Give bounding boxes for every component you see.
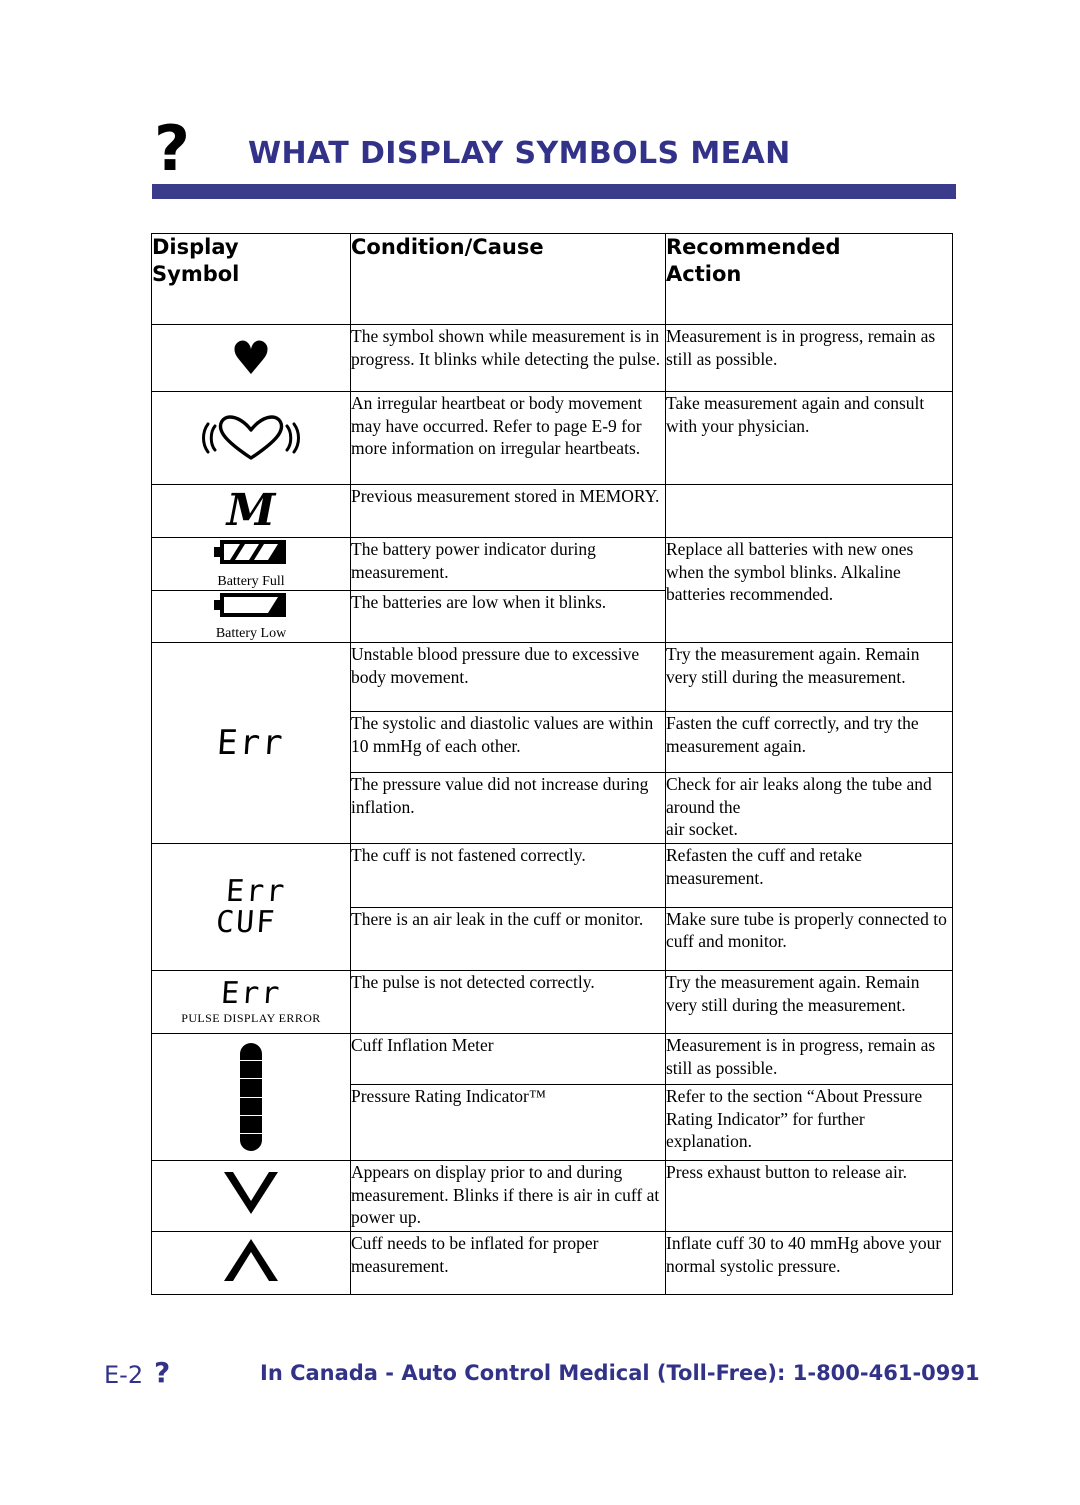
table-row: ♥ The symbol shown while measurement is … (151, 324, 953, 392)
battery-low-icon (212, 591, 290, 625)
table-header-row: Display Symbol Condition/Cause Recommend… (151, 233, 953, 325)
memory-m-icon: M (226, 485, 276, 536)
display-symbols-table: Display Symbol Condition/Cause Recommend… (151, 233, 953, 1295)
condition-cell: Appears on display prior to and during m… (350, 1160, 666, 1232)
action-cell (665, 484, 953, 538)
battery-full-caption: Battery Full (217, 573, 285, 589)
page-number: E-2 (104, 1361, 144, 1389)
column-header-line2: Symbol (152, 262, 240, 286)
err-cuf-lcd-icon: Err CUF (214, 874, 288, 940)
action-cell: Measurement is in progress, remain as st… (665, 1032, 953, 1086)
column-header-line1: Recommended (666, 235, 841, 259)
action-cell: Try the measurement again. Remain very s… (665, 970, 953, 1034)
pulse-display-error-caption: PULSE DISPLAY ERROR (181, 1011, 321, 1025)
chevron-down-icon (220, 1170, 282, 1222)
condition-cell: Previous measurement stored in MEMORY. (350, 484, 666, 538)
condition-cell: The cuff is not fastened correctly. (350, 843, 666, 908)
condition-cell: An irregular heartbeat or body movement … (350, 391, 666, 485)
action-cell: Replace all batteries with new ones when… (665, 537, 953, 643)
table-row: M Previous measurement stored in MEMORY. (151, 484, 953, 538)
column-header-line1: Display (152, 235, 239, 259)
table-row: An irregular heartbeat or body movement … (151, 391, 953, 485)
condition-cell: The pulse is not detected correctly. (350, 970, 666, 1034)
action-cell: Inflate cuff 30 to 40 mmHg above your no… (665, 1231, 953, 1295)
table-row: Cuff needs to be inflated for proper mea… (151, 1231, 953, 1295)
symbol-cell: Battery Full (151, 537, 351, 591)
action-cell: Make sure tube is properly connected to … (665, 906, 953, 971)
condition-cell: Cuff needs to be inflated for proper mea… (350, 1231, 666, 1295)
action-cell: Measurement is in progress, remain as st… (665, 324, 953, 392)
symbol-cell: Err PULSE DISPLAY ERROR (151, 970, 351, 1034)
table-row: Appears on display prior to and during m… (151, 1160, 953, 1232)
table-row: Err Unstable blood pressure due to exces… (151, 642, 953, 844)
action-cell: Take measurement again and consult with … (665, 391, 953, 485)
action-cell: Check for air leaks along the tube and a… (665, 772, 953, 844)
battery-full-icon (212, 538, 290, 572)
column-header-condition-cause: Condition/Cause (350, 233, 666, 325)
err-pulse-lcd-icon: Err (219, 976, 283, 1011)
cuff-inflation-meter-icon (240, 1043, 262, 1151)
symbol-cell (151, 1231, 351, 1295)
action-cell: Refer to the section “About Pressure Rat… (665, 1084, 953, 1161)
table-body: ♥ The symbol shown while measurement is … (151, 324, 953, 1295)
irregular-heartbeat-icon (199, 412, 303, 464)
symbol-cell: Err (151, 642, 351, 844)
condition-cell: Unstable blood pressure due to excessive… (350, 642, 666, 712)
header-rule (152, 184, 956, 199)
table-row: Err PULSE DISPLAY ERROR The pulse is not… (151, 970, 953, 1034)
condition-cell: The systolic and diastolic values are wi… (350, 711, 666, 773)
symbol-cell: Err CUF (151, 843, 351, 971)
condition-cell: The symbol shown while measurement is in… (350, 324, 666, 392)
symbol-cell: ♥ (151, 324, 351, 392)
footer-contact-text: In Canada - Auto Control Medical (Toll-F… (260, 1361, 980, 1385)
page-header: ? WHAT DISPLAY SYMBOLS MEAN (150, 118, 956, 208)
err-lcd-icon: Err (215, 723, 287, 763)
condition-cell: Cuff Inflation Meter (350, 1032, 666, 1086)
action-cell: Try the measurement again. Remain very s… (665, 642, 953, 712)
action-cell: Fasten the cuff correctly, and try the m… (665, 711, 953, 773)
battery-low-caption: Battery Low (215, 626, 287, 641)
column-header-line2: Action (666, 262, 742, 286)
table-row: Err CUF The cuff is not fastened correct… (151, 843, 953, 971)
solid-heart-icon: ♥ (230, 331, 272, 385)
condition-cell: The batteries are low when it blinks. (350, 589, 666, 643)
action-cell: Press exhaust button to release air. (665, 1160, 953, 1232)
condition-cell: There is an air leak in the cuff or moni… (350, 906, 666, 971)
table-row: Cuff Inflation Meter Measurement is in p… (151, 1032, 953, 1161)
question-mark-icon: ? (154, 1356, 171, 1389)
table-row: Battery Full The battery power indicator… (151, 537, 953, 643)
column-header-display-symbol: Display Symbol (151, 233, 351, 325)
symbol-cell (151, 1033, 351, 1161)
symbol-cell: M (151, 484, 351, 538)
column-header-line1: Condition/Cause (351, 235, 544, 259)
condition-cell: Pressure Rating Indicator™ (350, 1084, 666, 1161)
action-cell: Refasten the cuff and retake measurement… (665, 843, 953, 908)
column-header-recommended-action: Recommended Action (665, 233, 953, 325)
symbol-cell (151, 1160, 351, 1232)
symbol-cell (151, 391, 351, 485)
condition-cell: The pressure value did not increase duri… (350, 772, 666, 844)
question-mark-icon: ? (154, 112, 190, 185)
page-title: WHAT DISPLAY SYMBOLS MEAN (248, 136, 791, 171)
page-footer: E-2 ? In Canada - Auto Control Medical (… (104, 1355, 980, 1405)
table-header: Display Symbol Condition/Cause Recommend… (151, 233, 953, 325)
condition-cell: The battery power indicator during measu… (350, 537, 666, 591)
symbol-cell: Battery Low (151, 589, 351, 643)
chevron-up-icon (220, 1237, 282, 1289)
